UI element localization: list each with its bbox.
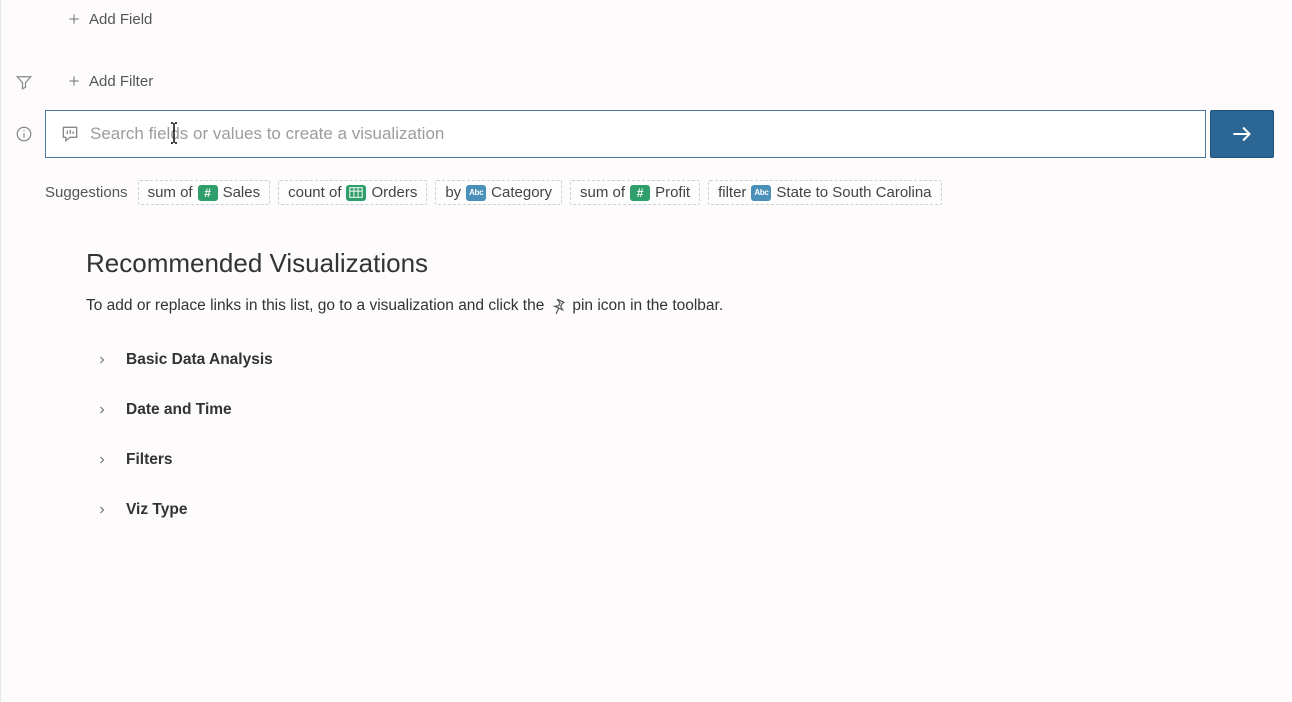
- ask-data-icon: [60, 124, 80, 144]
- chip-field: Orders: [371, 184, 417, 201]
- group-label: Date and Time: [126, 401, 232, 419]
- chevron-right-icon: [96, 504, 108, 516]
- chevron-right-icon: [96, 354, 108, 366]
- suggestions-label: Suggestions: [45, 184, 128, 201]
- info-icon[interactable]: [15, 125, 33, 143]
- search-row: [45, 110, 1274, 158]
- suggestions-row: Suggestions sum of Sales count of Orders…: [45, 180, 1274, 205]
- left-gutter: [1, 0, 45, 702]
- recommended-group[interactable]: Viz Type: [86, 491, 1252, 529]
- chip-prefix: filter: [718, 184, 746, 201]
- chip-prefix: count of: [288, 184, 341, 201]
- chip-field: Profit: [655, 184, 690, 201]
- add-filter-label: Add Filter: [89, 73, 153, 90]
- chip-prefix: by: [445, 184, 461, 201]
- recommended-group[interactable]: Filters: [86, 441, 1252, 479]
- recommended-list: Basic Data Analysis Date and Time Filter…: [86, 341, 1252, 529]
- chip-prefix: sum of: [580, 184, 625, 201]
- recommended-heading: Recommended Visualizations: [86, 248, 1252, 279]
- add-filter-button[interactable]: Add Filter: [45, 69, 175, 94]
- chevron-right-icon: [96, 454, 108, 466]
- group-label: Viz Type: [126, 501, 187, 519]
- chip-field: Sales: [223, 184, 261, 201]
- hint-text-before: To add or replace links in this list, go…: [86, 297, 544, 315]
- suggestion-chip[interactable]: by Category: [435, 180, 562, 205]
- add-field-button[interactable]: Add Field: [45, 7, 174, 32]
- recommended-hint: To add or replace links in this list, go…: [86, 297, 1252, 315]
- arrow-right-icon: [1229, 121, 1255, 147]
- submit-button[interactable]: [1210, 110, 1274, 158]
- search-input[interactable]: [90, 111, 1197, 157]
- chip-prefix: sum of: [148, 184, 193, 201]
- hint-text-after: pin icon in the toolbar.: [572, 297, 723, 315]
- dimension-pill-icon: [466, 185, 486, 201]
- chip-field: Category: [491, 184, 552, 201]
- recommended-section: Recommended Visualizations To add or rep…: [86, 248, 1252, 541]
- pin-icon: [549, 297, 567, 315]
- filter-icon[interactable]: [15, 73, 33, 91]
- add-field-label: Add Field: [89, 11, 152, 28]
- recommended-group[interactable]: Date and Time: [86, 391, 1252, 429]
- measure-pill-icon: [198, 185, 218, 201]
- suggestion-chip[interactable]: sum of Profit: [570, 180, 700, 205]
- search-box[interactable]: [45, 110, 1206, 158]
- chip-field: State to South Carolina: [776, 184, 931, 201]
- suggestion-chip[interactable]: sum of Sales: [138, 180, 271, 205]
- group-label: Basic Data Analysis: [126, 351, 273, 369]
- group-label: Filters: [126, 451, 173, 469]
- plus-icon: [67, 74, 81, 88]
- dimension-pill-icon: [751, 185, 771, 201]
- suggestion-chip[interactable]: count of Orders: [278, 180, 427, 205]
- table-pill-icon: [346, 185, 366, 201]
- measure-pill-icon: [630, 185, 650, 201]
- recommended-group[interactable]: Basic Data Analysis: [86, 341, 1252, 379]
- chevron-right-icon: [96, 404, 108, 416]
- suggestion-chip[interactable]: filter State to South Carolina: [708, 180, 941, 205]
- plus-icon: [67, 12, 81, 26]
